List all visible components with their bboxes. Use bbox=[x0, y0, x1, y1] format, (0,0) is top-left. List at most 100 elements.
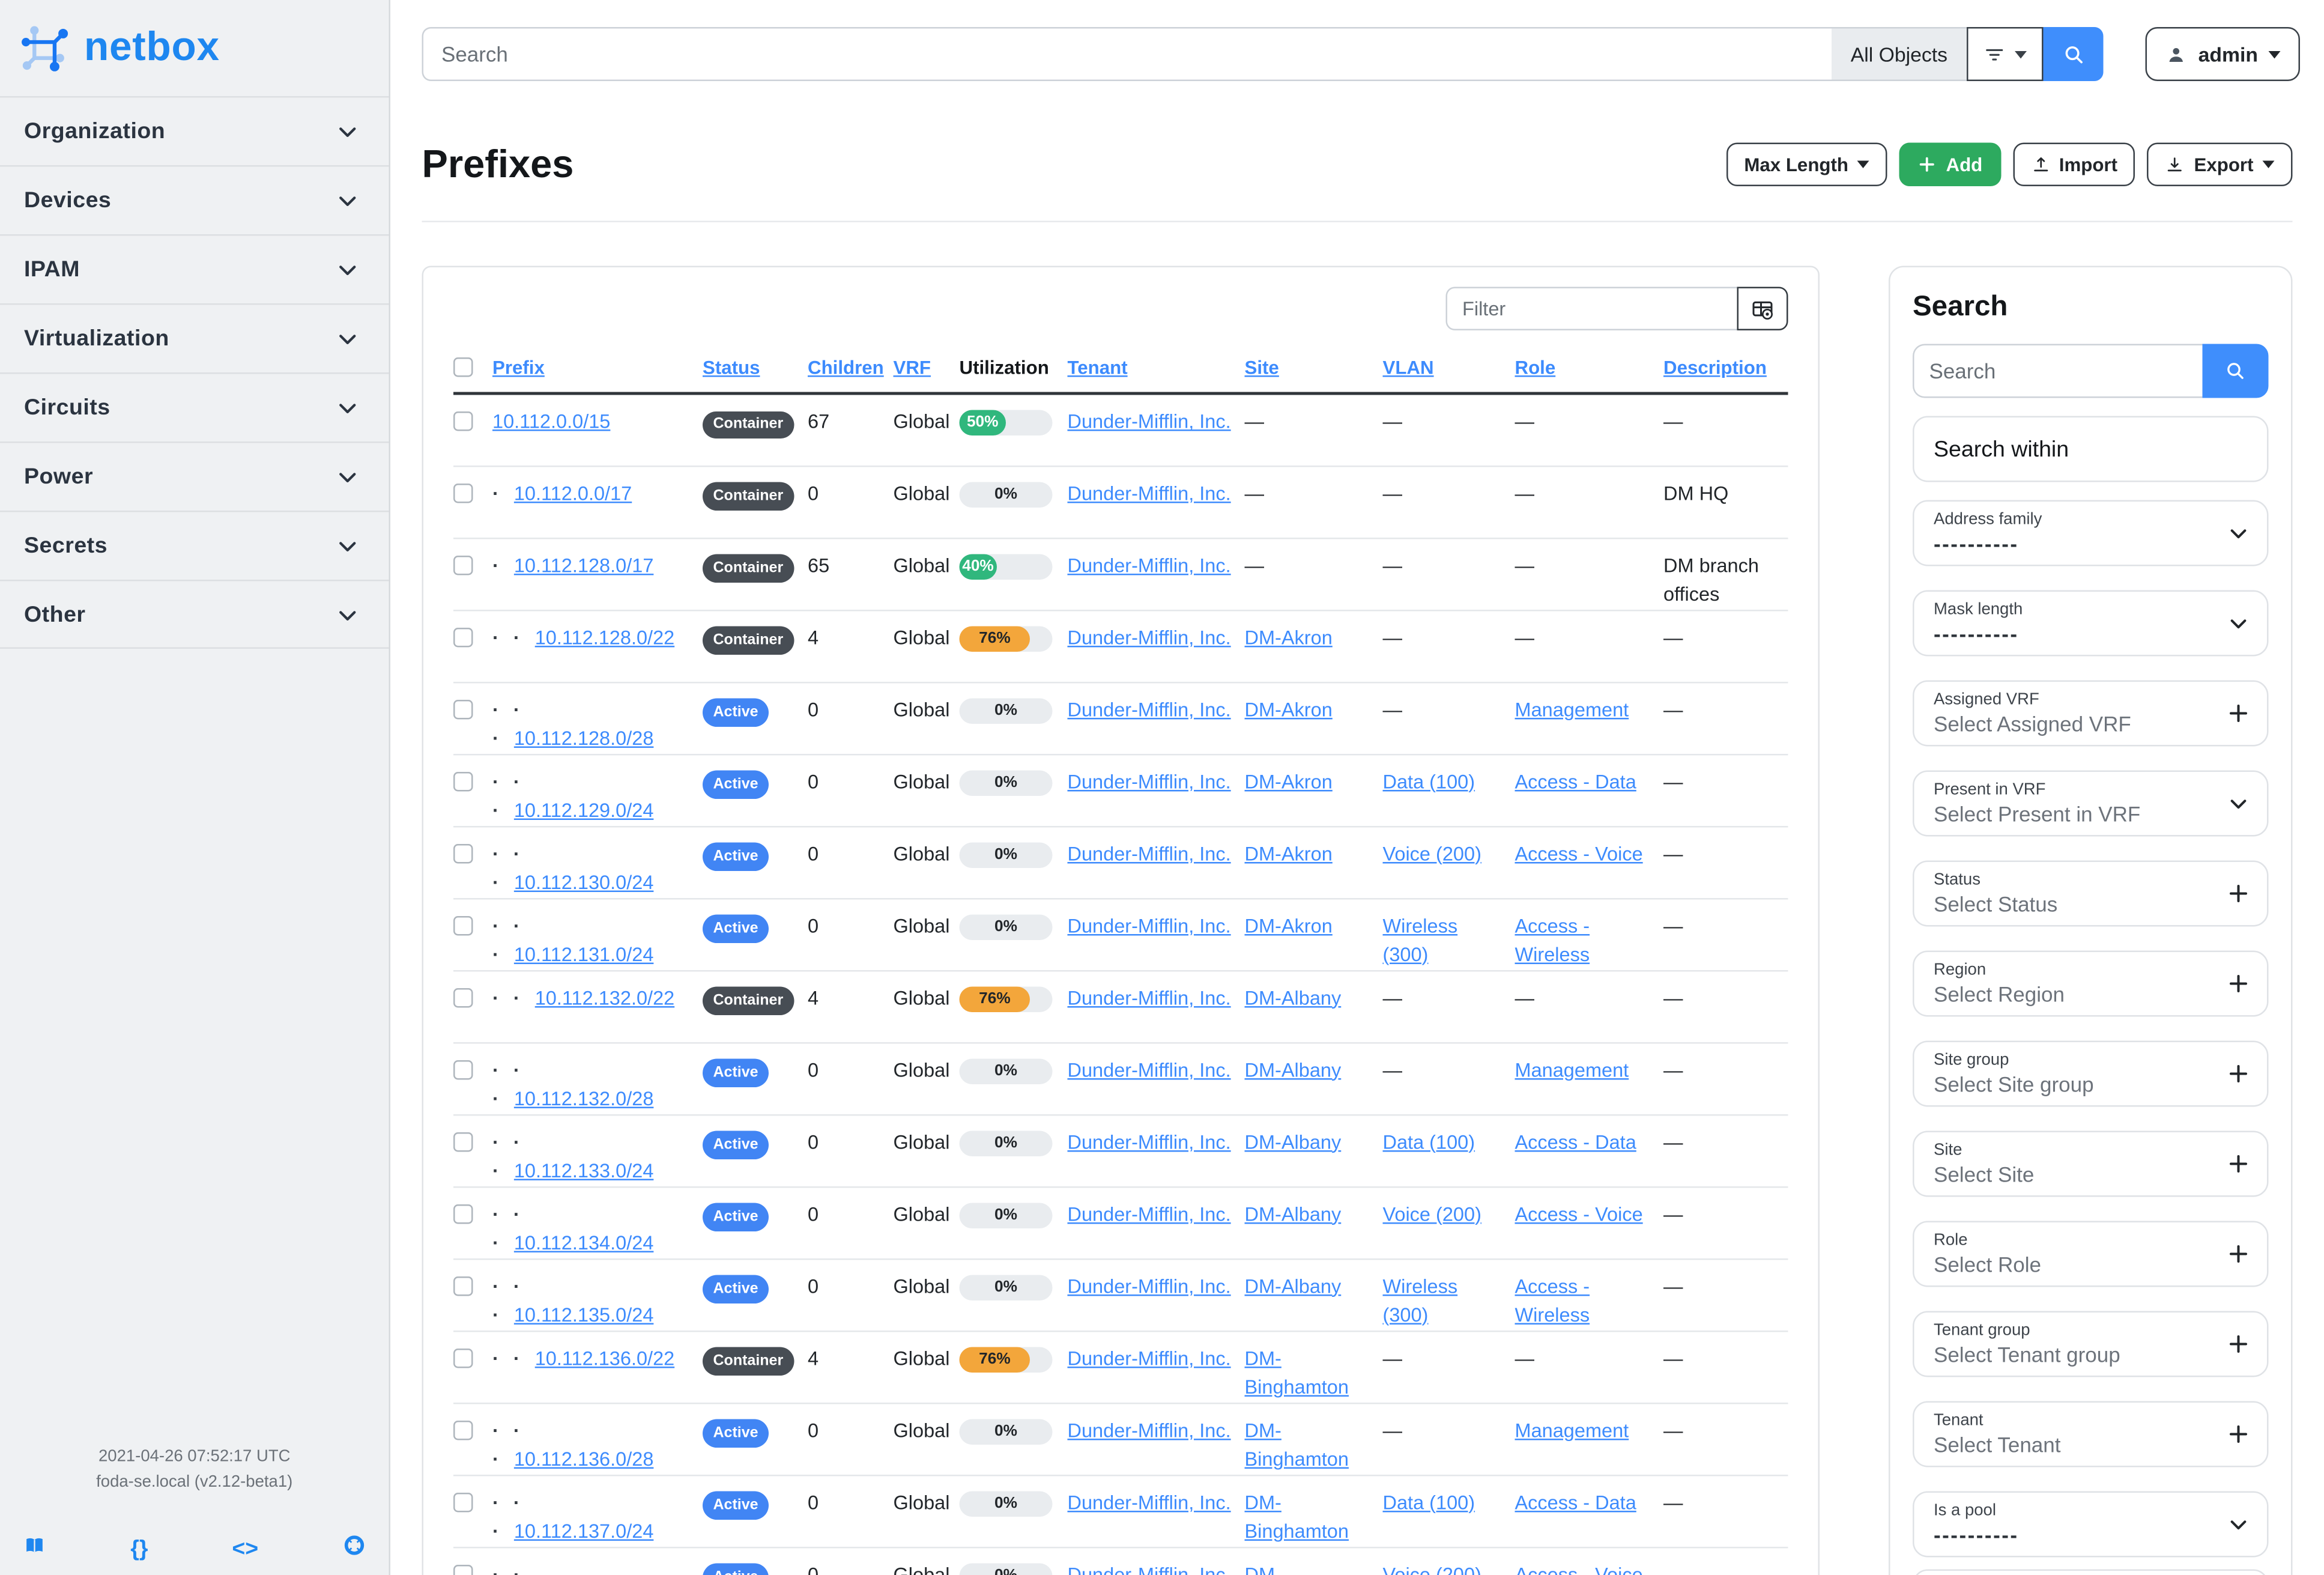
netbox-logo[interactable]: netbox bbox=[0, 0, 389, 96]
prefix-link[interactable]: 10.112.0.0/15 bbox=[492, 410, 610, 433]
sidebar-item-organization[interactable]: Organization bbox=[0, 96, 389, 165]
search-filter-button[interactable] bbox=[1967, 27, 2044, 81]
row-checkbox[interactable] bbox=[453, 1060, 473, 1079]
sidebar-item-secrets[interactable]: Secrets bbox=[0, 511, 389, 580]
column-header-link[interactable]: Tenant bbox=[1068, 357, 1128, 378]
row-checkbox[interactable] bbox=[453, 1132, 473, 1152]
column-header-link[interactable]: VLAN bbox=[1383, 357, 1434, 378]
role-link[interactable]: Management bbox=[1515, 1419, 1629, 1442]
site-link[interactable]: DM-Binghamton bbox=[1245, 1491, 1349, 1542]
prefix-link[interactable]: 10.112.129.0/24 bbox=[514, 798, 654, 821]
prefix-link[interactable]: 10.112.0.0/17 bbox=[514, 482, 632, 505]
vlan-link[interactable]: Data (100) bbox=[1383, 1130, 1475, 1153]
site-link[interactable]: DM-Akron bbox=[1245, 698, 1333, 721]
tenant-link[interactable]: Dunder-Mifflin, Inc. bbox=[1068, 482, 1231, 505]
tenant-link[interactable]: Dunder-Mifflin, Inc. bbox=[1068, 1347, 1231, 1370]
row-checkbox[interactable] bbox=[453, 771, 473, 791]
site-link[interactable]: DM-Binghamton bbox=[1245, 1347, 1349, 1398]
row-checkbox[interactable] bbox=[453, 627, 473, 647]
vlan-link[interactable]: Wireless (300) bbox=[1383, 914, 1458, 965]
sidebar-item-devices[interactable]: Devices bbox=[0, 165, 389, 234]
column-header-link[interactable]: Children bbox=[808, 357, 884, 378]
tenant-link[interactable]: Dunder-Mifflin, Inc. bbox=[1068, 914, 1231, 937]
prefix-link[interactable]: 10.112.136.0/22 bbox=[535, 1347, 675, 1370]
role-link[interactable]: Access - Data bbox=[1515, 1491, 1636, 1514]
vlan-link[interactable]: Voice (200) bbox=[1383, 1203, 1481, 1225]
code-icon[interactable]: <> bbox=[232, 1538, 258, 1561]
row-checkbox[interactable] bbox=[453, 1564, 473, 1575]
select-all-checkbox[interactable] bbox=[453, 357, 473, 377]
add-button[interactable]: Add bbox=[1899, 142, 2001, 187]
tenant-link[interactable]: Dunder-Mifflin, Inc. bbox=[1068, 1419, 1231, 1442]
tenant-link[interactable]: Dunder-Mifflin, Inc. bbox=[1068, 1563, 1231, 1575]
column-header-link[interactable]: VRF bbox=[894, 357, 931, 378]
support-lifebuoy-icon[interactable] bbox=[342, 1534, 366, 1565]
row-checkbox[interactable] bbox=[453, 915, 473, 935]
prefix-link[interactable]: 10.112.133.0/24 bbox=[514, 1159, 654, 1182]
tenant-link[interactable]: Dunder-Mifflin, Inc. bbox=[1068, 1275, 1231, 1297]
prefix-link[interactable]: 10.112.137.0/24 bbox=[514, 1519, 654, 1542]
row-checkbox[interactable] bbox=[453, 1492, 473, 1512]
tenant-link[interactable]: Dunder-Mifflin, Inc. bbox=[1068, 986, 1231, 1009]
filter-box-role[interactable]: Role Select Role bbox=[1913, 1221, 2269, 1287]
column-header-link[interactable]: Status bbox=[703, 357, 760, 378]
role-link[interactable]: Access - Voice bbox=[1515, 1563, 1643, 1575]
filter-box-present-in-vrf[interactable]: Present in VRF Select Present in VRF bbox=[1913, 770, 2269, 837]
role-link[interactable]: Access - Data bbox=[1515, 1130, 1636, 1153]
row-checkbox[interactable] bbox=[453, 1348, 473, 1368]
sidebar-item-virtualization[interactable]: Virtualization bbox=[0, 303, 389, 372]
site-link[interactable]: DM-Albany bbox=[1245, 1203, 1342, 1225]
column-header-link[interactable]: Description bbox=[1663, 357, 1767, 378]
panel-search-input[interactable] bbox=[1913, 344, 2203, 398]
prefix-link[interactable]: 10.112.128.0/28 bbox=[514, 726, 654, 749]
filter-box-mask-length[interactable]: Mask length ---------- bbox=[1913, 590, 2269, 657]
tenant-link[interactable]: Dunder-Mifflin, Inc. bbox=[1068, 554, 1231, 577]
tenant-link[interactable]: Dunder-Mifflin, Inc. bbox=[1068, 1058, 1231, 1081]
site-link[interactable]: DM-Akron bbox=[1245, 626, 1333, 649]
role-link[interactable]: Access - Wireless bbox=[1515, 914, 1590, 965]
sidebar-item-circuits[interactable]: Circuits bbox=[0, 372, 389, 442]
vlan-link[interactable]: Data (100) bbox=[1383, 770, 1475, 793]
prefix-link[interactable]: 10.112.128.0/22 bbox=[535, 626, 675, 649]
filter-box-site[interactable]: Site Select Site bbox=[1913, 1130, 2269, 1197]
site-link[interactable]: DM-Akron bbox=[1245, 842, 1333, 865]
site-link[interactable]: DM-Binghamton bbox=[1245, 1419, 1349, 1470]
row-checkbox[interactable] bbox=[453, 483, 473, 503]
search-submit-button[interactable] bbox=[2044, 27, 2104, 81]
row-checkbox[interactable] bbox=[453, 1276, 473, 1296]
max-length-button[interactable]: Max Length bbox=[1726, 142, 1888, 187]
sidebar-item-power[interactable]: Power bbox=[0, 442, 389, 511]
role-link[interactable]: Access - Wireless bbox=[1515, 1275, 1590, 1326]
prefix-link[interactable]: 10.112.132.0/28 bbox=[514, 1087, 654, 1109]
vlan-link[interactable]: Wireless (300) bbox=[1383, 1275, 1458, 1326]
export-button[interactable]: Export bbox=[2147, 142, 2293, 187]
row-checkbox[interactable] bbox=[453, 1204, 473, 1224]
role-link[interactable]: Access - Voice bbox=[1515, 1203, 1643, 1225]
prefix-link[interactable]: 10.112.134.0/24 bbox=[514, 1231, 654, 1254]
prefix-link[interactable]: 10.112.136.0/28 bbox=[514, 1447, 654, 1470]
role-link[interactable]: Management bbox=[1515, 698, 1629, 721]
filter-box-tags[interactable]: Tags bbox=[1913, 1569, 2269, 1575]
site-link[interactable]: DM-Akron bbox=[1245, 914, 1333, 937]
tenant-link[interactable]: Dunder-Mifflin, Inc. bbox=[1068, 770, 1231, 793]
import-button[interactable]: Import bbox=[2012, 142, 2136, 187]
row-checkbox[interactable] bbox=[453, 555, 473, 575]
vlan-link[interactable]: Voice (200) bbox=[1383, 1563, 1481, 1575]
tenant-link[interactable]: Dunder-Mifflin, Inc. bbox=[1068, 626, 1231, 649]
tenant-link[interactable]: Dunder-Mifflin, Inc. bbox=[1068, 1491, 1231, 1514]
filter-box-assigned-vrf[interactable]: Assigned VRF Select Assigned VRF bbox=[1913, 680, 2269, 747]
vlan-link[interactable]: Data (100) bbox=[1383, 1491, 1475, 1514]
docs-book-icon[interactable] bbox=[23, 1534, 47, 1565]
search-within-box[interactable]: Search within bbox=[1913, 416, 2269, 482]
column-header-link[interactable]: Role bbox=[1515, 357, 1556, 378]
filter-box-address-family[interactable]: Address family ---------- bbox=[1913, 500, 2269, 566]
sidebar-item-ipam[interactable]: IPAM bbox=[0, 234, 389, 303]
prefix-link[interactable]: 10.112.130.0/24 bbox=[514, 870, 654, 893]
row-checkbox[interactable] bbox=[453, 1420, 473, 1440]
user-menu-button[interactable]: admin bbox=[2146, 27, 2300, 81]
filter-box-status[interactable]: Status Select Status bbox=[1913, 860, 2269, 927]
api-braces-icon[interactable]: {} bbox=[130, 1538, 148, 1561]
prefix-link[interactable]: 10.112.131.0/24 bbox=[514, 942, 654, 965]
tenant-link[interactable]: Dunder-Mifflin, Inc. bbox=[1068, 842, 1231, 865]
column-header-link[interactable]: Site bbox=[1245, 357, 1279, 378]
